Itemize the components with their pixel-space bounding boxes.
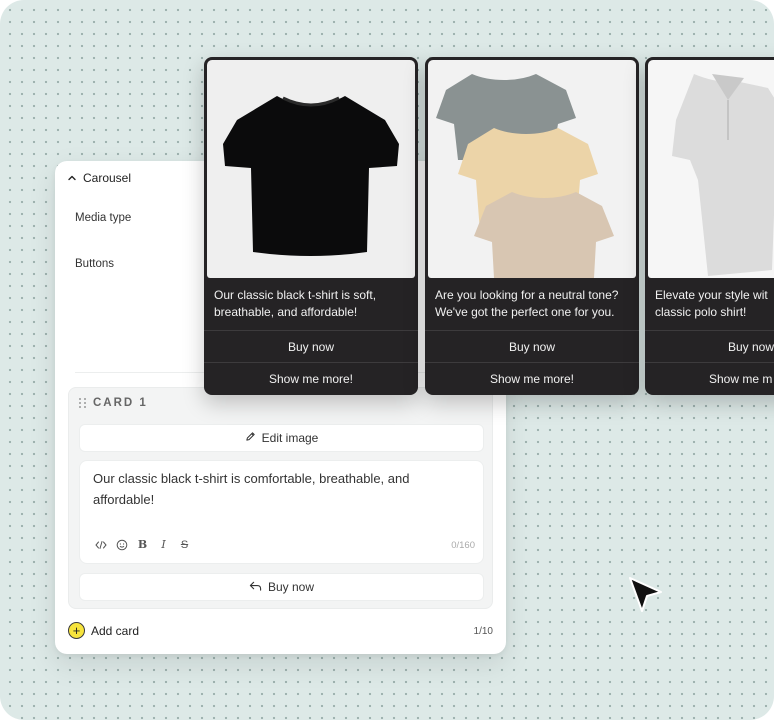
- plus-icon: +: [68, 622, 85, 639]
- chevron-up-icon: [67, 173, 77, 183]
- buy-now-button[interactable]: Buy now: [204, 330, 418, 362]
- bold-icon[interactable]: B: [136, 538, 149, 551]
- carousel-card-1[interactable]: Our classic black t-shirt is soft, breat…: [204, 57, 418, 395]
- text-format-toolbar: B I S: [94, 538, 191, 551]
- card-button-label: Buy now: [267, 580, 315, 594]
- card-message-text: Our classic black t-shirt is comfortable…: [93, 471, 410, 507]
- buy-now-button[interactable]: Buy now: [425, 330, 639, 362]
- card-description-line: We've got the perfect one for you.: [435, 305, 615, 319]
- emoji-icon[interactable]: [115, 538, 128, 551]
- drag-handle-icon[interactable]: [79, 398, 87, 408]
- product-image-black-tshirt: [207, 60, 415, 278]
- buttons-label: Buttons: [75, 258, 114, 270]
- edit-image-button[interactable]: Edit image: [79, 424, 484, 452]
- show-more-button[interactable]: Show me more!: [425, 362, 639, 394]
- character-counter: 0/160: [451, 540, 475, 551]
- carousel-section-toggle[interactable]: Carousel: [67, 171, 131, 185]
- card-description-line: Our classic black t-shirt is soft,: [214, 288, 377, 302]
- product-image-polo-shirt: [648, 60, 774, 278]
- buy-now-button[interactable]: Buy now: [645, 330, 774, 362]
- add-card-button[interactable]: + Add card: [68, 622, 139, 639]
- card-description-line: Are you looking for a neutral tone?: [435, 288, 619, 302]
- card-button-buy-now[interactable]: Buy now: [79, 573, 484, 601]
- italic-icon[interactable]: I: [157, 538, 170, 551]
- card-description-line: Elevate your style wit: [655, 288, 768, 302]
- media-type-label: Media type: [75, 212, 132, 224]
- canvas-background: Carousel Media type Buttons CARD 1 Edit …: [0, 0, 774, 720]
- reply-icon: [249, 580, 262, 595]
- card-description: Our classic black t-shirt is soft, breat…: [214, 287, 412, 321]
- card-title: CARD 1: [93, 397, 148, 409]
- card-count: 1/10: [473, 626, 493, 637]
- card-message-input[interactable]: Our classic black t-shirt is comfortable…: [79, 460, 484, 564]
- card-description: Are you looking for a neutral tone? We'v…: [435, 287, 633, 321]
- product-image-neutral-tshirts: [428, 60, 636, 278]
- code-icon[interactable]: [94, 538, 107, 551]
- pencil-icon: [245, 431, 256, 445]
- show-more-button[interactable]: Show me m: [645, 362, 774, 394]
- carousel-card-2[interactable]: Are you looking for a neutral tone? We'v…: [425, 57, 639, 395]
- card-editor: CARD 1 Edit image Our classic black t-sh…: [68, 387, 493, 609]
- card-description-line: classic polo shirt!: [655, 305, 747, 319]
- strikethrough-icon[interactable]: S: [178, 538, 191, 551]
- add-card-label: Add card: [91, 623, 140, 638]
- carousel-card-3[interactable]: Elevate your style wit classic polo shir…: [645, 57, 774, 395]
- card-header: CARD 1: [79, 397, 148, 409]
- card-description: Elevate your style wit classic polo shir…: [655, 287, 774, 321]
- mouse-cursor-icon: [627, 576, 665, 619]
- card-description-line: breathable, and affordable!: [214, 305, 358, 319]
- show-more-button[interactable]: Show me more!: [204, 362, 418, 394]
- carousel-section-title: Carousel: [83, 171, 132, 185]
- edit-image-label: Edit image: [261, 431, 319, 445]
